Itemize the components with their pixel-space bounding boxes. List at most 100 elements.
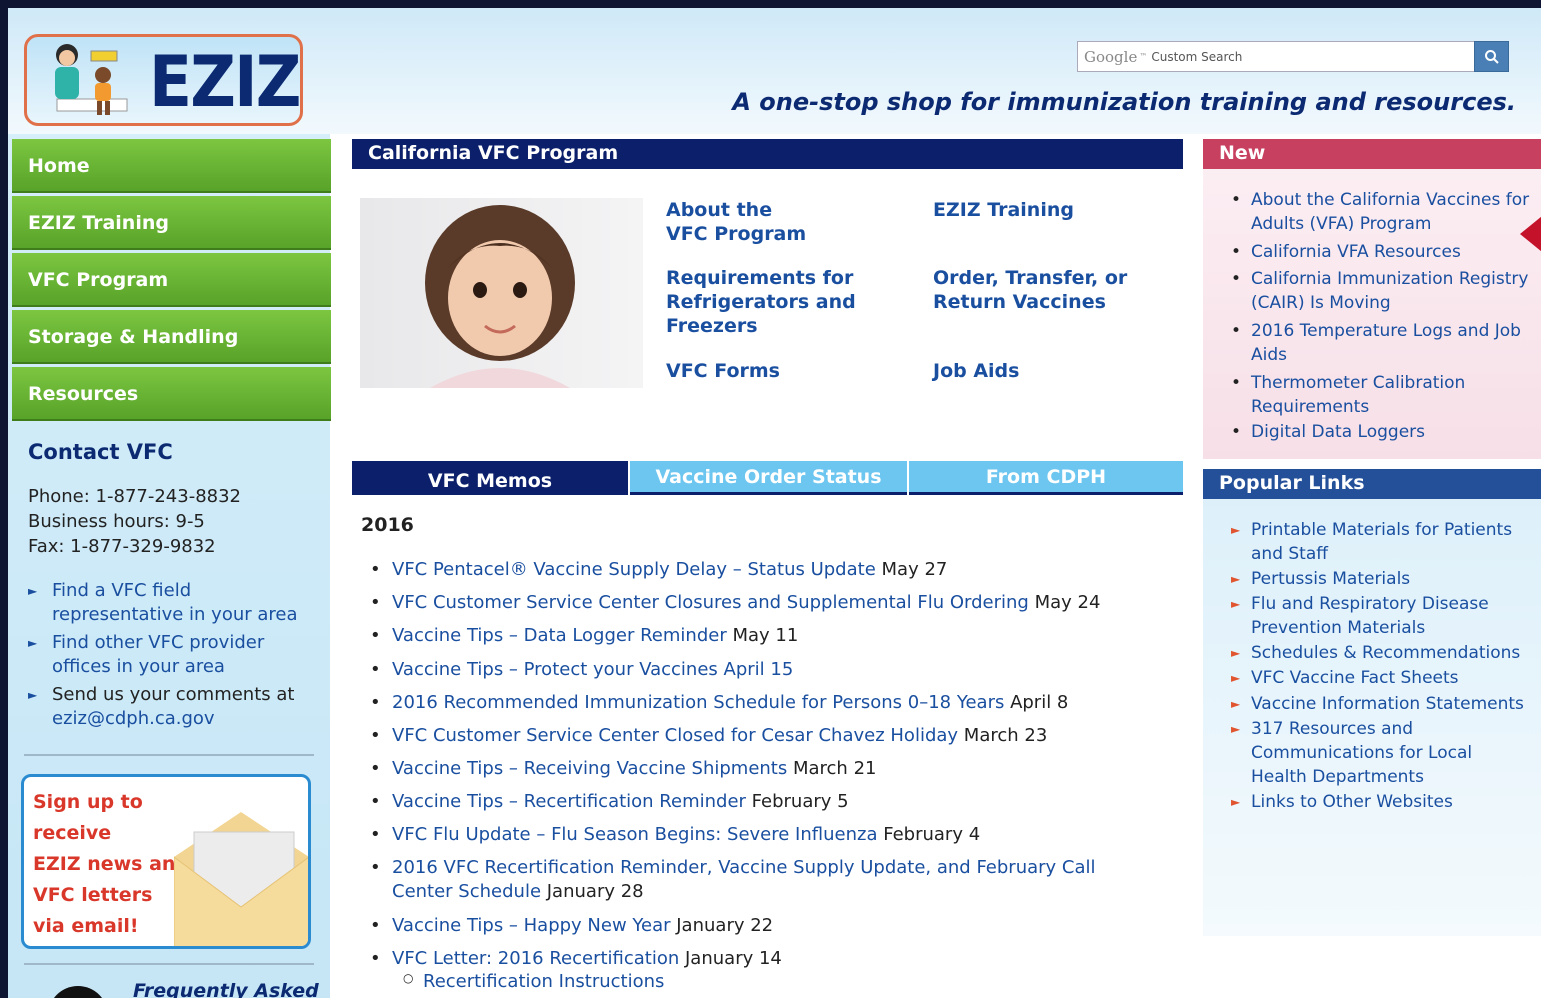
memo-link[interactable]: VFC Letter: 2016 Recertification (392, 948, 679, 969)
bullet: • (370, 758, 381, 779)
send-comments: ► Send us your comments at eziz@cdph.ca.… (28, 683, 323, 731)
arrow-right-icon: ► (1231, 671, 1241, 685)
popular-item[interactable]: ► Vaccine Information Statements (1231, 692, 1541, 716)
memo-date: February 5 (745, 791, 849, 812)
arrow-right-icon: ► (28, 688, 38, 702)
memo-item: • Vaccine Tips – Receiving Vaccine Shipme… (370, 757, 1170, 781)
popular-item[interactable]: ► Links to Other Websites (1231, 790, 1541, 814)
bullet: • (370, 948, 381, 969)
memo-link[interactable]: Vaccine Tips – Data Logger Reminder (392, 625, 727, 646)
memo-link[interactable]: Vaccine Tips – Protect your Vaccines (392, 659, 718, 680)
memo-item: • 2016 Recommended Immunization Schedule … (370, 691, 1170, 715)
memo-item: • Vaccine Tips – Data Logger Reminder May… (370, 624, 1170, 648)
new-item[interactable]: • Digital Data Loggers (1231, 420, 1541, 444)
contact-fax: Fax: 1-877-329-9832 (28, 536, 216, 557)
email-signup-banner[interactable]: Sign up to receive EZIZ news and VFC let… (21, 774, 311, 949)
memo-date: March 23 (958, 725, 1048, 746)
memo-link[interactable]: VFC Customer Service Center Closed for C… (392, 725, 958, 746)
divider (24, 963, 314, 965)
link-line: Refrigerators and (666, 291, 856, 313)
bullet: • (370, 725, 381, 746)
new-item[interactable]: • California Immunization Registry (CAIR) … (1231, 267, 1541, 315)
nav-item-storage-handling[interactable]: Storage & Handling (12, 310, 331, 364)
new-panel-title: New (1203, 139, 1541, 169)
popular-item[interactable]: ► Pertussis Materials (1231, 567, 1541, 591)
memo-link[interactable]: 2016 Recommended Immunization Schedule f… (392, 692, 1004, 713)
link-vfc-forms[interactable]: VFC Forms (666, 359, 780, 383)
memo-date: April 8 (1004, 692, 1069, 713)
tab-vfc-memos[interactable]: VFC Memos (352, 461, 628, 495)
new-item[interactable]: • California VFA Resources (1231, 240, 1541, 264)
signup-line: EZIZ news and (33, 853, 190, 875)
new-item[interactable]: • About the California Vaccines for Adults… (1231, 188, 1541, 236)
memo-date: May 24 (1028, 592, 1101, 613)
bullet: • (370, 857, 381, 878)
tab-vaccine-order-status[interactable]: Vaccine Order Status (630, 461, 907, 495)
pop-line: Health Departments (1251, 767, 1424, 787)
link-job-aids[interactable]: Job Aids (933, 359, 1019, 383)
search-button[interactable] (1474, 41, 1509, 72)
nav-item-vfc-program[interactable]: VFC Program (12, 253, 331, 307)
memo-date: February 4 (877, 824, 981, 845)
link-find-other-offices[interactable]: ► Find other VFC provider offices in you… (28, 631, 323, 679)
tab-from-cdph[interactable]: From CDPH (909, 461, 1183, 495)
memo-link[interactable]: VFC Pentacel® Vaccine Supply Delay – Sta… (392, 559, 876, 580)
popular-item[interactable]: ► VFC Vaccine Fact Sheets (1231, 666, 1541, 690)
link-line: Find other VFC provider (52, 632, 265, 653)
bullet: • (370, 625, 381, 646)
new-line: Aids (1251, 345, 1288, 365)
link-line: EZIZ Training (933, 199, 1074, 221)
memo-link[interactable]: VFC Customer Service Center Closures and… (392, 592, 1029, 613)
email-link[interactable]: eziz@cdph.ca.gov (52, 708, 215, 729)
popular-item[interactable]: ► Flu and Respiratory Disease Prevention M… (1231, 592, 1541, 640)
popular-item[interactable]: ► 317 Resources and Communications for Loc… (1231, 717, 1541, 789)
memo-date: April 15 (717, 659, 794, 680)
memo-item: • VFC Flu Update – Flu Season Begins: Sev… (370, 823, 1170, 847)
new-item[interactable]: • 2016 Temperature Logs and Job Aids (1231, 319, 1541, 367)
popular-links-title: Popular Links (1203, 469, 1541, 499)
new-line: Requirements (1251, 397, 1370, 417)
link-line: Send us your comments at (52, 684, 295, 705)
faq-title[interactable]: Frequently Asked (133, 980, 319, 998)
memo-item: • Vaccine Tips – Protect your Vaccines Ap… (370, 658, 1170, 682)
popular-item[interactable]: ► Schedules & Recommendations (1231, 641, 1541, 665)
link-order-transfer-return[interactable]: Order, Transfer, or Return Vaccines (933, 266, 1127, 314)
link-find-field-rep[interactable]: ► Find a VFC field representative in you… (28, 579, 323, 627)
pop-line: 317 Resources and (1251, 719, 1414, 739)
nav-item-eziz-training[interactable]: EZIZ Training (12, 196, 331, 250)
popular-item[interactable]: ► Printable Materials for Patients and Sta… (1231, 518, 1541, 566)
bullet: • (370, 791, 381, 812)
nav-item-resources[interactable]: Resources (12, 367, 331, 421)
new-line: Digital Data Loggers (1251, 422, 1425, 442)
memo-link[interactable]: VFC Flu Update – Flu Season Begins: Seve… (392, 824, 877, 845)
bullet: • (1231, 422, 1242, 442)
bullet: • (370, 692, 381, 713)
child-portrait-icon (425, 205, 575, 388)
nav-item-home[interactable]: Home (12, 139, 331, 193)
link-line: Job Aids (933, 360, 1020, 382)
new-line: About the California Vaccines for (1251, 190, 1530, 210)
signup-line: via email! (33, 915, 139, 937)
contact-hours: Business hours: 9-5 (28, 511, 205, 532)
signup-line: VFC letters (33, 884, 153, 906)
memo-link[interactable]: Center Schedule (392, 881, 541, 902)
link-line: Requirements for (666, 267, 854, 289)
link-line: Return Vaccines (933, 291, 1106, 313)
bullet: • (1231, 373, 1242, 393)
link-eziz-training[interactable]: EZIZ Training (933, 198, 1074, 222)
new-item[interactable]: • Thermometer Calibration Requirements (1231, 371, 1541, 419)
memo-date: March 21 (787, 758, 877, 779)
pop-line: Printable Materials for Patients (1251, 520, 1513, 540)
link-about-vfc-program[interactable]: About the VFC Program (666, 198, 806, 246)
link-refrigerator-requirements[interactable]: Requirements for Refrigerators and Freez… (666, 266, 856, 338)
year-heading: 2016 (361, 514, 414, 536)
search-input[interactable]: Google ™ Custom Search (1077, 41, 1475, 72)
memo-link[interactable]: Vaccine Tips – Recertification Reminder (392, 791, 746, 812)
signup-line: Sign up to receive (33, 791, 143, 844)
sub-memo-item[interactable]: ○ Recertification Instructions (403, 971, 664, 992)
pop-line: Links to Other Websites (1251, 792, 1453, 812)
memo-link[interactable]: Vaccine Tips – Receiving Vaccine Shipmen… (392, 758, 787, 779)
memo-link[interactable]: Vaccine Tips – Happy New Year (392, 915, 671, 936)
memo-link[interactable]: 2016 VFC Recertification Reminder, Vacci… (392, 857, 1096, 878)
eziz-logo[interactable]: EZIZ (24, 34, 303, 126)
